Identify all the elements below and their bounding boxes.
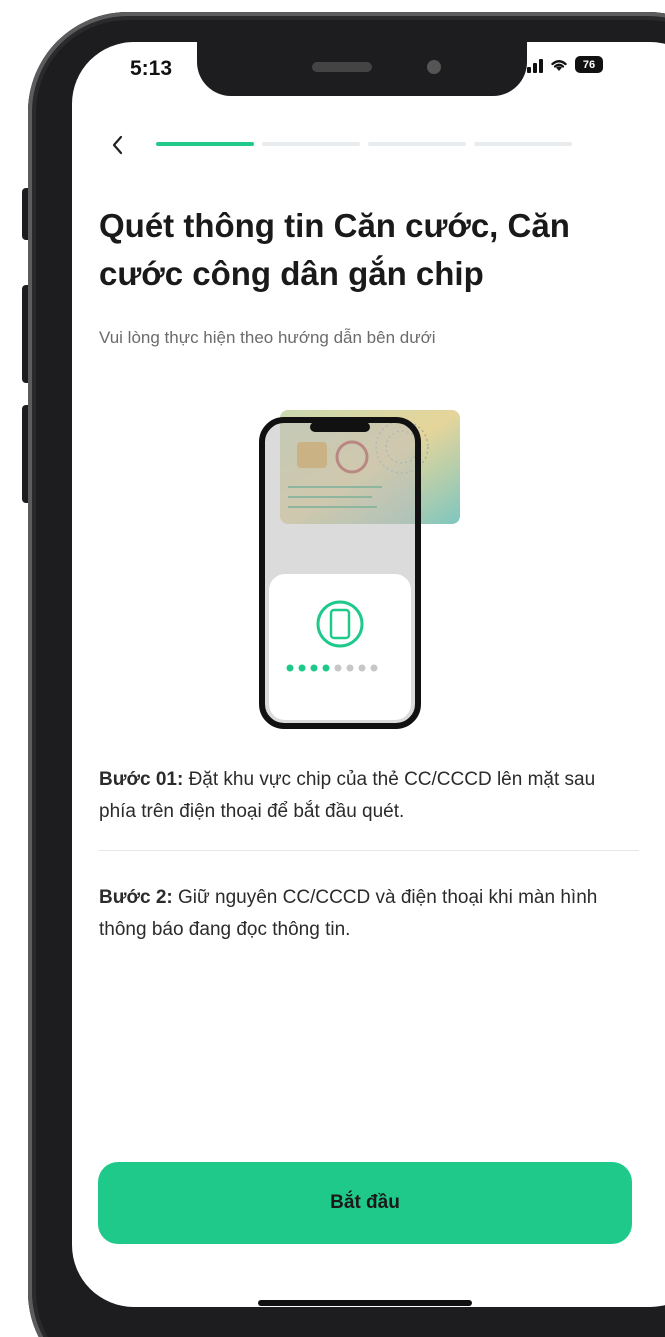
- start-button[interactable]: Bắt đầu: [98, 1162, 632, 1244]
- notch-camera: [427, 60, 441, 74]
- wifi-icon: [551, 59, 567, 71]
- phone-graphic: [259, 417, 421, 729]
- signal-icon: [527, 57, 543, 73]
- back-button[interactable]: [102, 130, 132, 160]
- step-1-label: Bước 01:: [99, 769, 184, 790]
- app-screen: 5:13 76 Quét thông tin Căn cước, Căn cướ…: [72, 42, 665, 1307]
- progress-step-2: [262, 142, 360, 146]
- device-notch: [197, 42, 527, 96]
- notch-speaker: [312, 62, 372, 72]
- chevron-left-icon: [112, 135, 123, 155]
- instruction-step-1: Bước 01: Đặt khu vực chip của thẻ CC/CCC…: [99, 764, 629, 828]
- status-icons: 76: [527, 56, 603, 73]
- instruction-step-2: Bước 2: Giữ nguyên CC/CCCD và điện thoại…: [99, 882, 629, 946]
- progress-step-4: [474, 142, 572, 146]
- battery-icon: 76: [575, 56, 603, 73]
- progress-step-3: [368, 142, 466, 146]
- page-subtitle: Vui lòng thực hiện theo hướng dẫn bên dư…: [99, 328, 436, 347]
- home-indicator: [258, 1300, 472, 1306]
- step-2-label: Bước 2:: [99, 887, 173, 908]
- divider: [99, 850, 639, 851]
- page-title: Quét thông tin Căn cước, Căn cước công d…: [99, 207, 570, 292]
- status-time: 5:13: [130, 57, 173, 80]
- nfc-scan-illustration: [259, 410, 460, 729]
- progress-step-1: [156, 142, 254, 146]
- step-2-text: Giữ nguyên CC/CCCD và điện thoại khi màn…: [99, 887, 598, 940]
- stage: 5:13 76 Quét thông tin Căn cước, Căn cướ…: [0, 0, 665, 1337]
